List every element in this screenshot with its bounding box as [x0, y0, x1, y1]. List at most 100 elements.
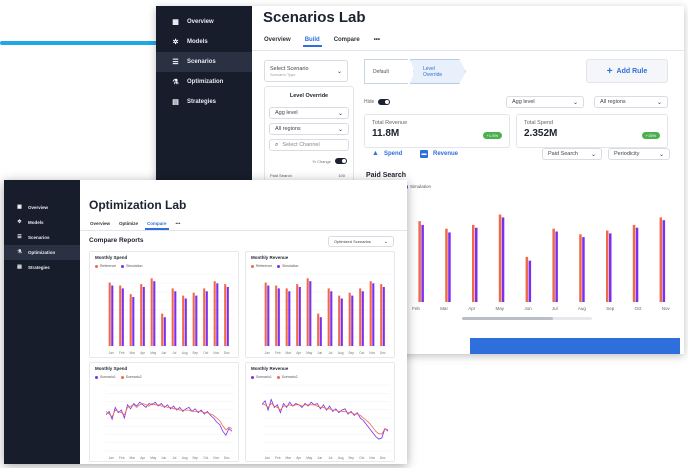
- legend-label: Scenario2: [125, 375, 142, 379]
- tab-build[interactable]: Build: [302, 37, 322, 47]
- page-title: Optimization Lab: [89, 198, 187, 212]
- primary-action-bar[interactable]: [470, 338, 680, 354]
- x-tick-label: Oct: [203, 351, 208, 355]
- bar-simulation-jan: [111, 285, 114, 346]
- spend-metric-button[interactable]: ▲ Spend: [372, 150, 402, 157]
- hide-toggle-label: Hide: [364, 99, 375, 105]
- tab-compare[interactable]: Compare: [334, 37, 360, 46]
- bar-simulation-sep: [609, 233, 612, 302]
- bar-reference-mar: [285, 288, 288, 346]
- tab-overview[interactable]: Overview: [90, 221, 110, 229]
- sidebar-item-models[interactable]: ✲ Models: [4, 215, 80, 230]
- sidebar-item-label: Overview: [28, 205, 49, 210]
- x-tick-label: May: [306, 456, 312, 460]
- kpi-total-revenue: Total Revenue 11.8M +1.5%: [364, 114, 510, 148]
- filter-agg-level-select[interactable]: Agg level ⌄: [506, 96, 584, 108]
- x-tick-label: Dec: [224, 456, 230, 460]
- x-tick-label: Sep: [192, 351, 198, 355]
- filter-region-select[interactable]: All regions ⌄: [594, 96, 668, 108]
- tab-divider: [252, 50, 684, 51]
- sidebar-item-models[interactable]: ✲ Models: [156, 32, 252, 52]
- tab-overview[interactable]: Overview: [264, 37, 291, 46]
- legend-swatch: [251, 375, 254, 379]
- step-default[interactable]: Default: [364, 59, 414, 84]
- bar-reference-may: [150, 278, 153, 346]
- pct-change-toggle[interactable]: [335, 158, 347, 164]
- region-value: All regions: [275, 126, 301, 132]
- x-tick-label: May: [495, 306, 505, 311]
- chevron-down-icon: ⌄: [656, 99, 662, 106]
- x-tick-label: Jun: [524, 306, 532, 311]
- tab-compare[interactable]: Compare: [145, 221, 169, 230]
- line-scenario2: [261, 402, 389, 435]
- step-level-override[interactable]: Level Override: [410, 59, 466, 84]
- legend-item: Scenario2: [120, 375, 142, 379]
- chart-scrollbar[interactable]: [462, 317, 592, 320]
- sidebar-item-strategies[interactable]: ▤ Strategies: [156, 92, 252, 112]
- bar-simulation-jul: [555, 231, 558, 302]
- legend-label: Reference: [256, 264, 273, 268]
- channel-search-input[interactable]: ⌕ Select Channel: [269, 139, 349, 151]
- monthly-spend-bar-chart: Jan Feb Mar Apr May Jun Jul Aug Sep Oct Nov Dec: [106, 273, 234, 355]
- bar-reference-jan: [264, 282, 267, 346]
- x-tick-label: Sep: [192, 456, 198, 460]
- legend-label: Simulation: [410, 184, 432, 189]
- x-tick-label: Feb: [119, 456, 125, 460]
- legend-swatch: [276, 375, 280, 379]
- bar-reference-may: [498, 214, 502, 302]
- bar-simulation-mar: [288, 291, 291, 346]
- bar-simulation-aug: [582, 237, 585, 302]
- sidebar-item-optimization[interactable]: ⚗ Optimization: [4, 245, 80, 260]
- agg-level-select[interactable]: Agg level ⌄: [269, 107, 349, 119]
- bar-simulation-apr: [298, 286, 301, 346]
- legend-item: Simulation: [277, 264, 299, 268]
- bar-simulation-aug: [340, 298, 343, 346]
- sidebar-item-strategies[interactable]: ▤ Strategies: [4, 260, 80, 275]
- sidebar-item-overview[interactable]: ▦ Overview: [4, 200, 80, 215]
- scrollbar-thumb[interactable]: [462, 317, 553, 320]
- doc-icon: ▤: [172, 98, 179, 106]
- x-tick-label: Feb: [412, 306, 420, 311]
- periodicity-select[interactable]: Periodicity ⌄: [608, 148, 670, 160]
- sidebar-item-optimization[interactable]: ⚗ Optimization: [156, 72, 252, 92]
- x-tick-label: Mar: [440, 306, 448, 311]
- select-scenario-dropdown[interactable]: Select Scenario Scenario Type ⌄: [264, 60, 348, 82]
- bar-reference-oct: [632, 224, 636, 302]
- region-select[interactable]: All regions ⌄: [269, 123, 349, 135]
- add-rule-button[interactable]: + Add Rule: [586, 59, 668, 83]
- hide-toggle[interactable]: [378, 99, 390, 105]
- scenario-compare-select[interactable]: Optimized Scenarios ⌄: [328, 236, 394, 247]
- sidebar-item-scenarios[interactable]: ☰ Scenarios: [156, 52, 252, 72]
- bar-simulation-nov: [662, 220, 666, 302]
- filter-agg-level-value: Agg level: [512, 99, 535, 105]
- x-tick-label: Apr: [468, 306, 476, 311]
- sidebar-item-scenarios[interactable]: ☰ Scenarios: [4, 230, 80, 245]
- chevron-down-icon: ⌄: [336, 68, 342, 75]
- x-tick-label: Jan: [109, 456, 114, 460]
- bar-simulation-may: [153, 281, 156, 346]
- card-title: Monthly Spend: [95, 255, 128, 260]
- monthly-spend-line-card: Monthly Spend Scenario1 Scenario2 Jan Feb…: [89, 362, 239, 462]
- scenario-steps: Default Level Override: [364, 59, 466, 84]
- add-rule-label: Add Rule: [616, 67, 648, 75]
- tab-more[interactable]: •••: [374, 37, 380, 46]
- legend-item: Scenario2: [276, 375, 298, 379]
- revenue-metric-button[interactable]: ▬ Revenue: [420, 150, 458, 158]
- select-scenario-label: Select Scenario: [270, 65, 309, 72]
- channel-select[interactable]: Paid Search ⌄: [542, 148, 602, 160]
- tab-more[interactable]: •••: [176, 221, 181, 229]
- search-icon: ⌕: [275, 141, 279, 148]
- bar-simulation-nov: [372, 283, 375, 346]
- tab-optimize[interactable]: Optimize: [119, 221, 138, 229]
- bar-simulation-may: [501, 217, 505, 302]
- x-tick-label: Aug: [182, 456, 188, 460]
- sidebar-item-overview[interactable]: ▦ Overview: [156, 12, 252, 32]
- bar-reference-jul: [171, 288, 174, 346]
- x-tick-label: Nov: [213, 351, 219, 355]
- pct-change-label: % Change: [312, 159, 331, 164]
- legend-label: Scenario2: [281, 375, 298, 379]
- sidebar-item-label: Scenarios: [187, 59, 216, 65]
- revenue-icon: ▬: [420, 150, 428, 158]
- card-title: Monthly Spend: [95, 366, 128, 371]
- bar-reference-oct: [203, 288, 206, 346]
